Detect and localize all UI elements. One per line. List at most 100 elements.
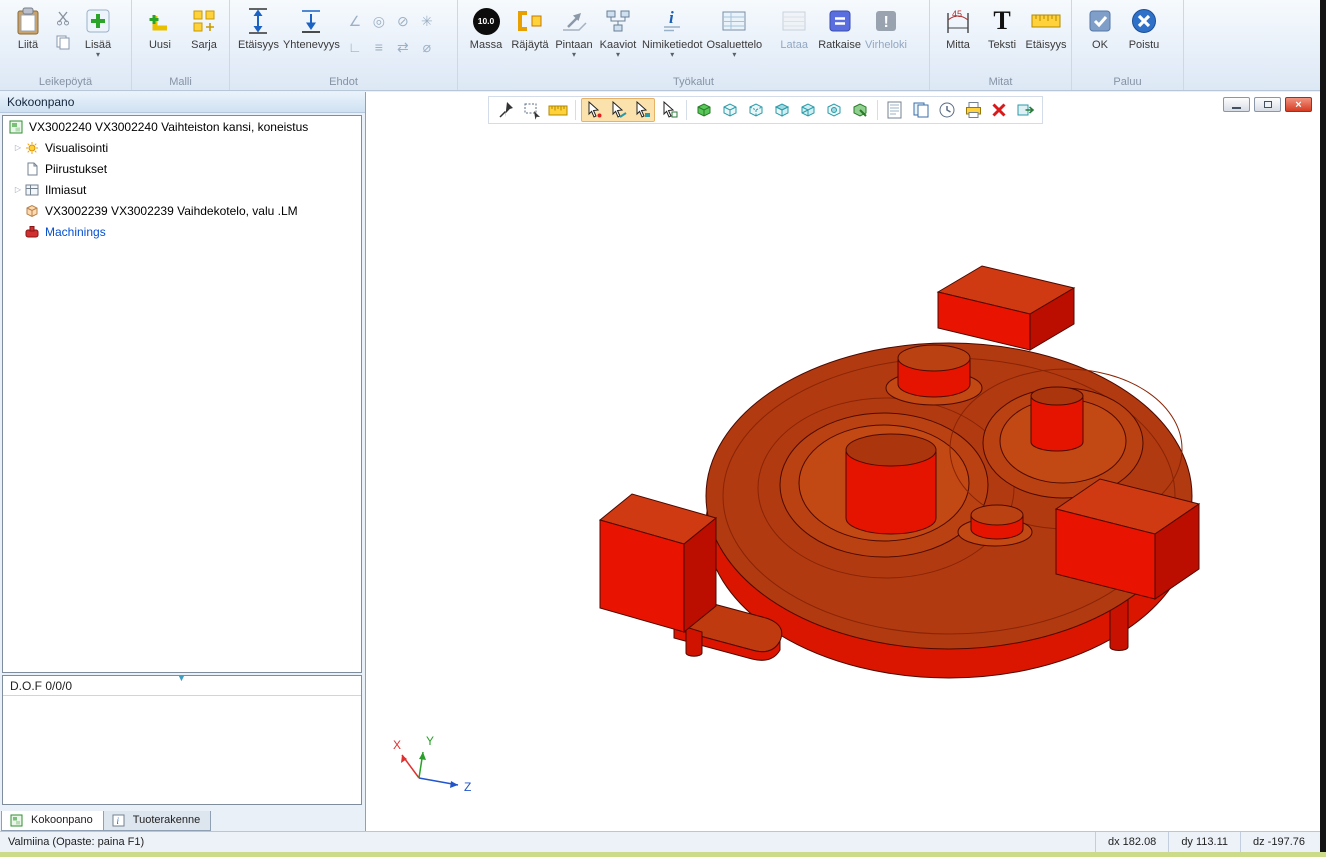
new-part-button[interactable]: Uusi <box>140 4 180 51</box>
tree-item-label: VX3002239 VX3002239 Vaihdekotelo, valu .… <box>45 204 298 218</box>
add-button[interactable]: Lisää ▾ <box>78 4 118 58</box>
text-button[interactable]: T Teksti <box>982 4 1022 51</box>
viewport-3d[interactable]: X Y Z <box>366 92 1320 831</box>
explode-icon <box>516 4 544 38</box>
assembly-tree: VX3002240 VX3002240 Vaihteiston kansi, k… <box>2 115 362 673</box>
tree-item-part-vx3002239[interactable]: VX3002239 VX3002239 Vaihdekotelo, valu .… <box>3 200 361 221</box>
splitter-handle-icon[interactable]: ▼ <box>177 673 186 683</box>
tree-item-appearances[interactable]: ▷ Ilmiasut <box>3 179 361 200</box>
status-dz: dz -197.76 <box>1240 832 1326 852</box>
distance-measure-label: Etäisyys <box>1026 39 1067 51</box>
angle-constraint-icon[interactable]: ∠ <box>344 10 366 32</box>
appearances-icon <box>25 183 41 197</box>
svg-text:45: 45 <box>952 9 962 19</box>
perpendicular-constraint-icon[interactable]: ∟ <box>344 36 366 58</box>
series-button[interactable]: Sarja <box>184 4 224 51</box>
shaded-view-icon[interactable] <box>692 99 716 121</box>
tree-item-label: Piirustukset <box>45 162 107 176</box>
dof-value: D.O.F 0/0/0 <box>10 679 72 693</box>
new-part-label: Uusi <box>149 39 171 51</box>
isometric-view-icon[interactable] <box>822 99 846 121</box>
wireframe-view-icon[interactable] <box>718 99 742 121</box>
parallel-constraint-icon[interactable]: ≡ <box>368 36 390 58</box>
coincidence-label: Yhtenevyys <box>283 39 340 51</box>
paste-button[interactable]: Liitä <box>8 4 48 51</box>
pattern-constraint-icon[interactable]: ✳ <box>416 10 438 32</box>
solve-button[interactable]: Ratkaise <box>818 4 861 51</box>
copy-button[interactable] <box>53 32 73 52</box>
assembly-icon <box>9 120 25 134</box>
pick-vertex-icon[interactable] <box>582 99 606 121</box>
distance-measure-button[interactable]: Etäisyys <box>1026 4 1066 51</box>
solve-label: Ratkaise <box>818 39 861 51</box>
ok-button[interactable]: OK <box>1080 4 1120 51</box>
preview-icon[interactable] <box>935 99 959 121</box>
tree-item-root-assembly[interactable]: VX3002240 VX3002240 Vaihteiston kansi, k… <box>3 116 361 137</box>
tab-kokoonpano[interactable]: Kokoonpano <box>1 811 104 831</box>
item-data-button[interactable]: i Nimiketiedot ▾ <box>642 4 703 58</box>
tangent-constraint-icon[interactable]: ⊘ <box>392 10 414 32</box>
concentric-constraint-icon[interactable]: ◎ <box>368 10 390 32</box>
mass-icon: 10.0 <box>473 4 500 38</box>
tree-item-label: Ilmiasut <box>45 183 86 197</box>
group-label-ehdot: Ehdot <box>230 76 457 88</box>
svg-text:i: i <box>669 8 674 27</box>
render-view-icon[interactable] <box>848 99 872 121</box>
status-dy: dy 113.11 <box>1168 832 1240 852</box>
part-list-icon[interactable] <box>883 99 907 121</box>
expand-arrow-icon[interactable]: ▷ <box>11 185 25 194</box>
pin-icon[interactable] <box>494 99 518 121</box>
error-log-label: Virheloki <box>865 39 907 51</box>
chevron-down-icon: ▾ <box>572 51 576 58</box>
load-button: Lataa <box>774 4 814 51</box>
cut-button[interactable] <box>53 8 73 28</box>
svg-text:!: ! <box>883 14 888 31</box>
delete-icon[interactable] <box>987 99 1011 121</box>
tab-tuoterakenne[interactable]: i Tuoterakenne <box>104 811 211 831</box>
diameter-constraint-icon[interactable]: ⌀ <box>416 36 438 58</box>
hidden-line-view-icon[interactable] <box>744 99 768 121</box>
export-view-icon[interactable] <box>1013 99 1037 121</box>
pick-edge-icon[interactable] <box>606 99 630 121</box>
zoom-window-icon[interactable] <box>520 99 544 121</box>
restore-button[interactable] <box>1254 97 1281 112</box>
model-canvas[interactable] <box>366 92 1320 831</box>
mass-label: Massa <box>470 39 502 51</box>
explode-button[interactable]: Räjäytä <box>510 4 550 51</box>
symmetry-constraint-icon[interactable]: ⇄ <box>392 36 414 58</box>
close-button[interactable]: × <box>1285 97 1312 112</box>
distance-constraint-button[interactable]: Etäisyys <box>238 4 279 51</box>
viewport-toolbar <box>488 96 1043 124</box>
minimize-button[interactable] <box>1223 97 1250 112</box>
toolbar-separator <box>686 100 687 120</box>
expand-arrow-icon[interactable]: ▷ <box>11 143 25 152</box>
to-surface-button[interactable]: Pintaan ▾ <box>554 4 594 58</box>
constraint-grid: ∠ ◎ ⊘ ✳ ∟ ≡ ⇄ ⌀ <box>344 10 438 58</box>
copy-view-icon[interactable] <box>909 99 933 121</box>
ribbon-spacer <box>1184 0 1320 90</box>
panel-tabs: Kokoonpano i Tuoterakenne <box>1 811 211 831</box>
transparent-view-icon[interactable] <box>796 99 820 121</box>
measure-ruler-icon[interactable] <box>546 99 570 121</box>
visualization-icon <box>25 141 41 155</box>
mass-button[interactable]: 10.0 Massa <box>466 4 506 51</box>
ribbon-group-ehdot: Etäisyys Yhtenevyys ∠ ◎ ⊘ ✳ ∟ ≡ ⇄ ⌀ Ehdo… <box>230 0 458 90</box>
measure-button[interactable]: 45 Mitta <box>938 4 978 51</box>
coincidence-button[interactable]: Yhtenevyys <box>283 4 340 51</box>
tree-item-drawings[interactable]: Piirustukset <box>3 158 361 179</box>
parts-list-button[interactable]: Osaluettelo ▾ <box>707 4 763 58</box>
tree-item-label: Machinings <box>45 225 106 239</box>
shaded-edges-view-icon[interactable] <box>770 99 794 121</box>
explode-label: Räjäytä <box>511 39 548 51</box>
desktop-strip-bottom <box>0 852 1326 857</box>
diagrams-button[interactable]: Kaaviot ▾ <box>598 4 638 58</box>
status-dx: dx 182.08 <box>1095 832 1168 852</box>
tree-item-machinings[interactable]: Machinings <box>3 221 361 242</box>
exit-button[interactable]: Poistu <box>1124 4 1164 51</box>
tree-item-visualization[interactable]: ▷ Visualisointi <box>3 137 361 158</box>
pick-feature-icon[interactable] <box>657 99 681 121</box>
pick-face-icon[interactable] <box>630 99 654 121</box>
print-icon[interactable] <box>961 99 985 121</box>
ruler-icon <box>1030 4 1062 38</box>
series-label: Sarja <box>191 39 217 51</box>
